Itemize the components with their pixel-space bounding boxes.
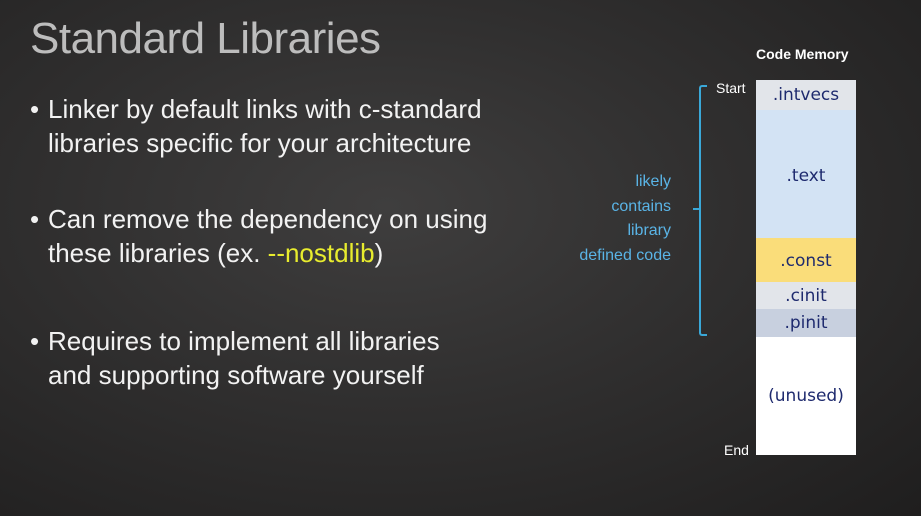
nostdlib-flag: --nostdlib xyxy=(267,238,375,268)
bullet-text: Requires to implement all libraries and … xyxy=(48,324,440,392)
bullet-line: these libraries (ex. --nostdlib) xyxy=(48,236,487,270)
bullet-line: libraries specific for your architecture xyxy=(48,128,472,158)
bullet-item: • Requires to implement all libraries an… xyxy=(30,324,440,392)
bullet-text: Linker by default links with c-standard … xyxy=(48,92,482,160)
bullet-line: Requires to implement all libraries xyxy=(48,326,440,356)
library-bracket xyxy=(699,85,707,336)
bullet-text-prefix: these libraries (ex. xyxy=(48,238,268,268)
bullet-item: • Can remove the dependency on using the… xyxy=(30,202,487,270)
start-label: Start xyxy=(716,80,746,96)
bullet-text: Can remove the dependency on using these… xyxy=(48,202,487,270)
slide-title: Standard Libraries xyxy=(30,14,381,63)
segment-unused: (unused) xyxy=(756,337,856,455)
segment-cinit: .cinit xyxy=(756,282,856,309)
memory-map: .intvecs .text .const .cinit .pinit (unu… xyxy=(756,80,856,455)
bracket-note-line: library xyxy=(627,222,671,239)
memory-diagram-title: Code Memory xyxy=(756,46,849,62)
bullet-dot: • xyxy=(30,326,40,356)
bracket-note-line: contains xyxy=(611,197,671,215)
bracket-tick xyxy=(693,208,700,210)
bullet-line: Linker by default links with c-standard xyxy=(48,94,482,124)
bullet-line: Can remove the dependency on using xyxy=(48,204,488,234)
segment-text: .text xyxy=(756,110,856,238)
segment-pinit: .pinit xyxy=(756,309,856,337)
segment-intvecs: .intvecs xyxy=(756,80,856,110)
end-label: End xyxy=(724,442,749,458)
bullet-dot: • xyxy=(30,204,40,234)
segment-const: .const xyxy=(756,238,856,282)
bracket-note: likely contains library defined code xyxy=(556,170,671,268)
bullet-text-suffix: ) xyxy=(374,238,384,268)
bracket-note-line: defined code xyxy=(579,246,671,264)
bracket-note-line: likely xyxy=(635,173,671,190)
bullet-dot: • xyxy=(30,94,40,124)
bullet-line: and supporting software yourself xyxy=(48,360,424,390)
bullet-item: • Linker by default links with c-standar… xyxy=(30,92,482,160)
